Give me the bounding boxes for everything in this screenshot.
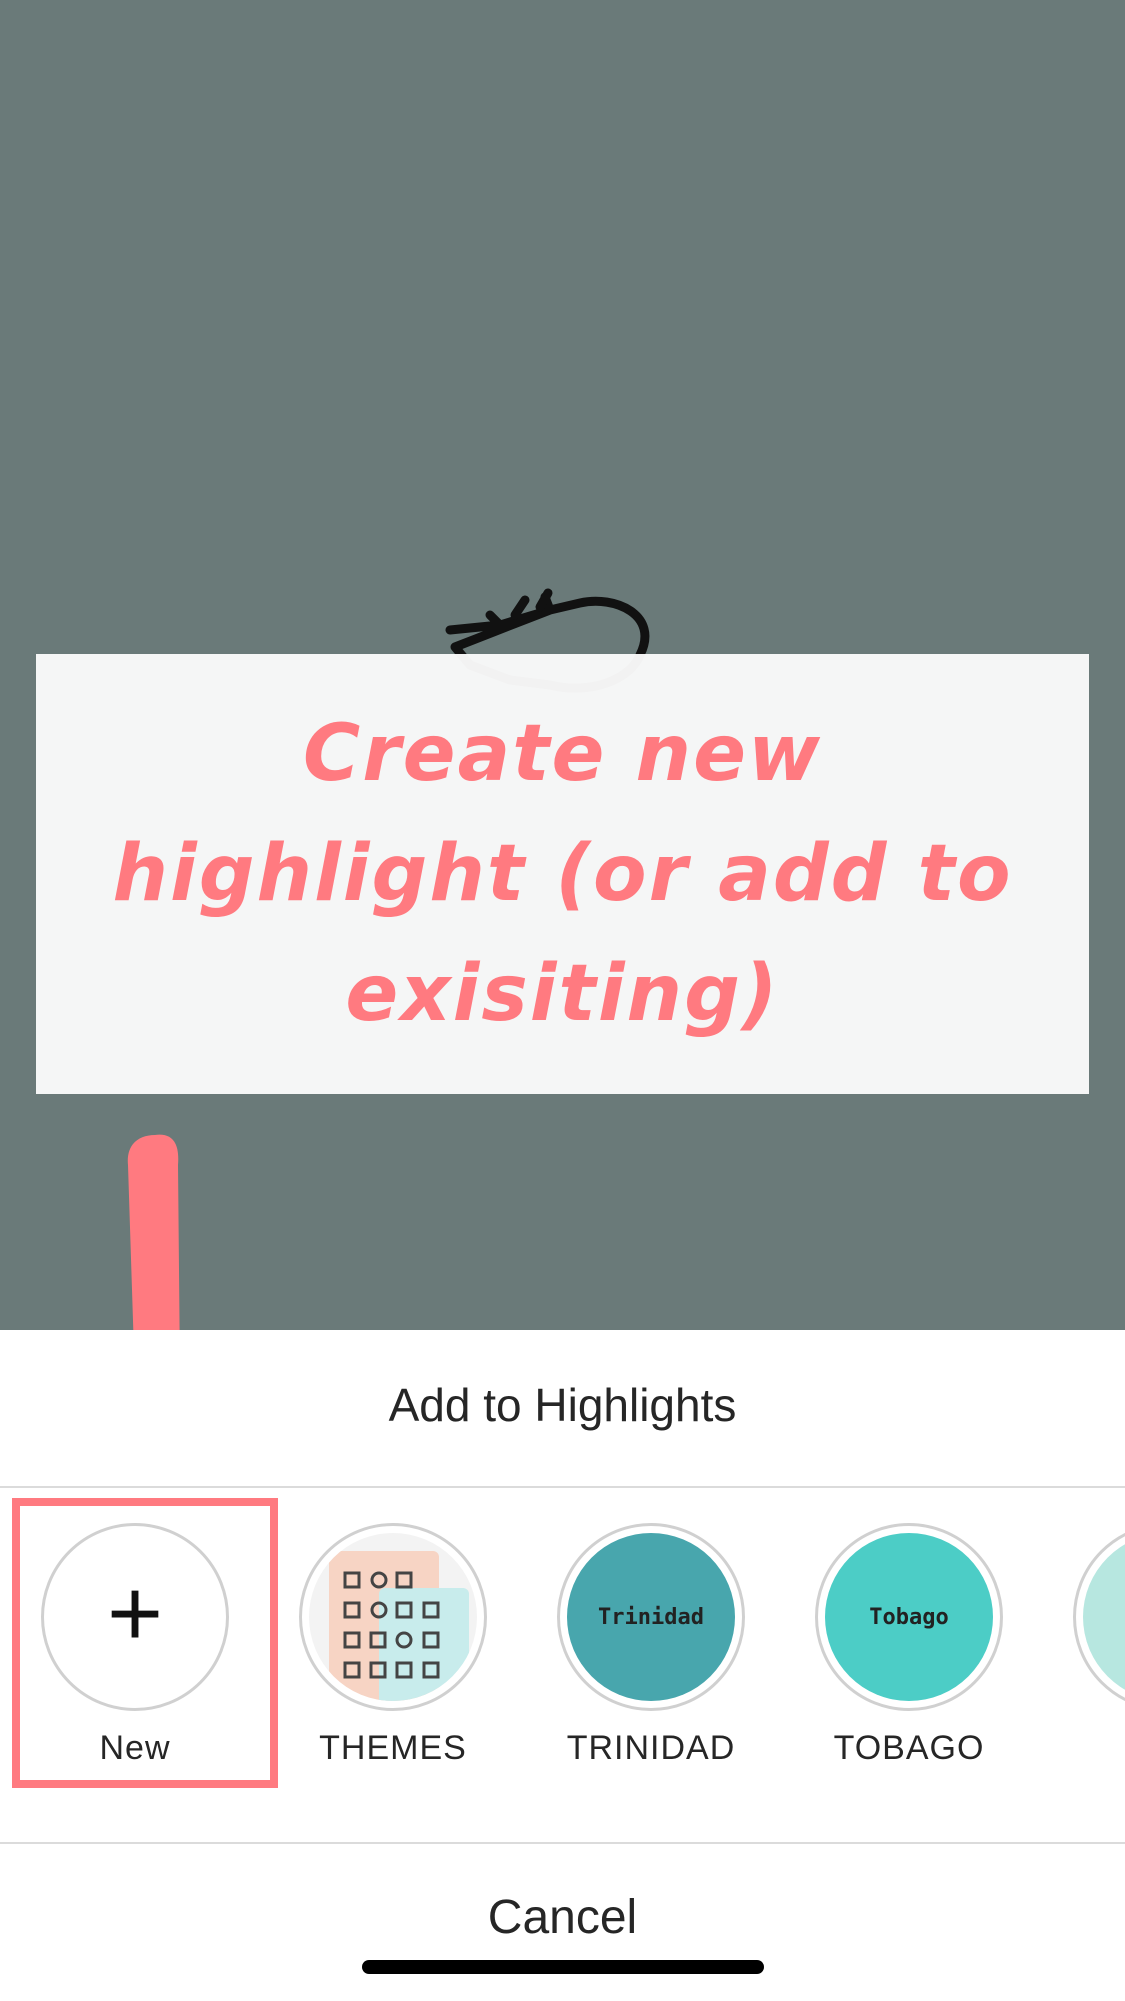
highlight-cover-text: Tobago [825,1533,993,1701]
themes-cover-icon [309,1533,477,1701]
new-highlight-annotation-box [12,1498,278,1788]
home-indicator [362,1960,764,1974]
highlight-trinidad[interactable]: Trinidad TRINIDAD [551,1523,751,1768]
callout-text: Create new highlight (or add to exisitin… [112,709,1013,1039]
highlight-label: T [1067,1729,1125,1768]
divider [0,1842,1125,1844]
highlight-cover[interactable] [299,1523,487,1711]
sheet-title: Add to Highlights [388,1379,737,1431]
highlight-cover-fill [1083,1533,1125,1701]
instruction-callout: Create new highlight (or add to exisitin… [36,654,1089,1094]
highlight-partial[interactable]: T [1067,1523,1125,1768]
highlight-label: TOBAGO [833,1729,985,1767]
highlight-cover[interactable]: Trinidad [557,1523,745,1711]
highlight-cover[interactable] [1073,1523,1125,1711]
highlight-cover[interactable]: Tobago [815,1523,1003,1711]
highlight-cover-text: Trinidad [567,1533,735,1701]
highlight-label: THEMES [319,1729,467,1767]
highlight-label: TRINIDAD [566,1729,736,1767]
cancel-button[interactable]: Cancel [0,1890,1125,1945]
highlight-tobago[interactable]: Tobago TOBAGO [809,1523,1009,1768]
highlight-themes[interactable]: THEMES [293,1523,493,1768]
